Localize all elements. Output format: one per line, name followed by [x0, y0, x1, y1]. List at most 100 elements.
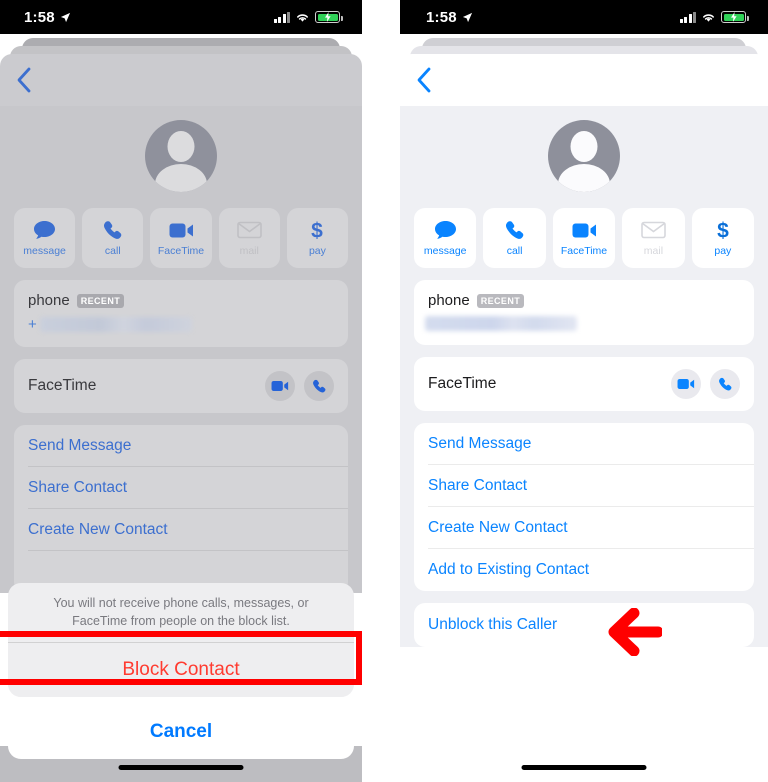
phone-label: phone [28, 292, 70, 309]
status-bar-clock: 1:58 [24, 8, 55, 26]
wifi-icon [297, 13, 308, 22]
panel-gap [362, 0, 400, 782]
video-camera-icon [572, 219, 597, 241]
status-bar-left: 1:58 [0, 0, 362, 34]
svg-text:$: $ [312, 220, 324, 242]
status-bar-time-group: 1:58 [24, 9, 71, 26]
facetime-video-button[interactable] [671, 369, 701, 399]
action-label-facetime: FaceTime [560, 245, 608, 257]
back-chevron-icon[interactable] [16, 67, 32, 93]
right-screen-body: message call FaceTime mail $ pay phone R… [400, 34, 768, 782]
phone-number-card-right[interactable]: phone RECENT [414, 280, 754, 345]
list-item-label: Send Message [28, 436, 132, 454]
unblock-this-caller-button[interactable]: Unblock this Caller [428, 603, 754, 647]
facetime-audio-button[interactable] [710, 369, 740, 399]
redacted-phone-number [425, 316, 577, 331]
unblock-caller-card: Unblock this Caller [414, 603, 754, 647]
list-item[interactable]: Add to Existing Contact [428, 549, 754, 591]
phone-number-row-right [425, 316, 740, 331]
action-label-mail: mail [643, 245, 664, 257]
status-bar-indicators-right [679, 11, 749, 23]
unblock-this-caller-label: Unblock this Caller [428, 616, 558, 633]
action-button-message[interactable]: message [414, 208, 477, 268]
svg-text:$: $ [717, 220, 729, 242]
action-label-call: call [506, 245, 523, 257]
block-contact-action-sheet: You will not receive phone calls, messag… [8, 583, 354, 760]
facetime-card-right: FaceTime [414, 357, 754, 411]
facetime-label: FaceTime [428, 375, 497, 392]
action-button-mail: mail [218, 208, 280, 268]
block-contact-button[interactable]: Block Contact [8, 643, 354, 698]
home-indicator-left [118, 765, 244, 770]
cancel-label: Cancel [149, 721, 213, 743]
recent-badge: RECENT [476, 293, 525, 308]
status-bar-time-group: 1:58 [426, 9, 473, 26]
block-contact-label: Block Contact [122, 659, 240, 681]
video-camera-icon [169, 219, 194, 241]
back-chevron-icon[interactable] [416, 67, 432, 93]
envelope-icon [641, 219, 666, 241]
action-button-facetime[interactable]: FaceTime [150, 208, 212, 268]
phone-label: phone [428, 292, 470, 309]
action-button-call[interactable]: call [82, 208, 144, 268]
action-sheet-group: You will not receive phone calls, messag… [8, 583, 354, 698]
list-item-label: Add to Existing Contact [428, 561, 590, 578]
list-item[interactable]: Share Contact [428, 465, 754, 507]
list-item[interactable]: Send Message [428, 423, 754, 465]
battery-charging-icon [721, 11, 749, 23]
list-item-label: Share Contact [28, 478, 128, 496]
wifi-icon [703, 13, 714, 22]
facetime-buttons-left [265, 371, 334, 401]
action-label-pay: pay [308, 245, 326, 257]
action-label-facetime: FaceTime [157, 245, 205, 257]
list-item-label: Send Message [428, 434, 532, 452]
avatar-container-right [414, 106, 754, 208]
right-phone-screenshot: 1:58 message call FaceTime mail $ pay ph… [400, 0, 768, 782]
facetime-card-left: FaceTime [14, 359, 348, 413]
envelope-icon [236, 219, 262, 241]
status-bar-right: 1:58 [400, 0, 768, 34]
nav-bar-left [0, 54, 362, 106]
phone-number-card-left[interactable]: phone RECENT + [14, 280, 348, 347]
quick-action-row-left: message call FaceTime mail $ pay [14, 208, 349, 268]
action-label-mail: mail [239, 245, 259, 257]
contact-avatar-placeholder-icon [548, 120, 620, 192]
home-indicator-right [521, 765, 647, 770]
facetime-label: FaceTime [28, 377, 97, 394]
action-button-message[interactable]: message [14, 208, 76, 268]
left-content: message call FaceTime mail $ pay phone R… [0, 106, 362, 593]
contact-actions-list-right: Send Message Share Contact Create New Co… [414, 423, 754, 591]
message-bubble-icon [33, 219, 56, 241]
recent-badge: RECENT [76, 293, 125, 308]
cellular-signal-icon [273, 11, 290, 23]
location-arrow-icon [462, 12, 472, 22]
list-item-label: Share Contact [428, 476, 528, 494]
phone-number-prefix: + [28, 316, 37, 333]
battery-charging-icon [315, 11, 343, 23]
contact-avatar-placeholder-icon [145, 120, 217, 192]
action-button-facetime[interactable]: FaceTime [552, 208, 616, 268]
action-sheet-message: You will not receive phone calls, messag… [53, 596, 309, 629]
list-item[interactable]: Send Message [28, 425, 348, 467]
action-button-pay[interactable]: $ pay [286, 208, 349, 268]
list-item[interactable]: Share Contact [28, 467, 348, 509]
list-item-label: Create New Contact [28, 520, 168, 538]
list-item[interactable]: Create New Contact [28, 509, 348, 551]
action-label-message: message [423, 245, 467, 257]
action-button-pay[interactable]: $ pay [691, 208, 755, 268]
phone-handset-icon [103, 219, 123, 241]
facetime-audio-button[interactable] [304, 371, 334, 401]
phone-label-row-right: phone RECENT [428, 292, 740, 309]
right-content: message call FaceTime mail $ pay phone R… [400, 106, 768, 647]
message-bubble-icon [434, 219, 457, 241]
action-label-pay: pay [714, 245, 732, 257]
cancel-button[interactable]: Cancel [8, 705, 354, 759]
action-button-call[interactable]: call [483, 208, 546, 268]
cellular-signal-icon [679, 11, 696, 23]
redacted-phone-number [39, 317, 192, 332]
phone-number-row-left: + [28, 316, 334, 333]
dollar-sign-icon: $ [716, 219, 730, 242]
list-item[interactable]: Create New Contact [428, 507, 754, 549]
facetime-video-button[interactable] [265, 371, 295, 401]
status-bar-clock: 1:58 [426, 8, 457, 26]
